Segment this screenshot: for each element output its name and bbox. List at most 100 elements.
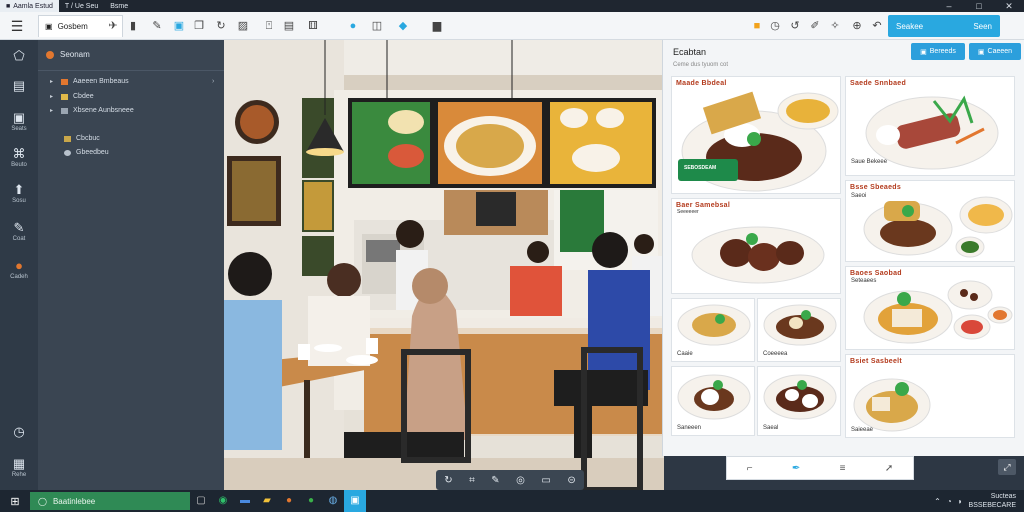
menu-card[interactable]: Saede Snnbaed Saue Bekeee — [845, 76, 1015, 176]
app-tab[interactable]: ■ Aamla Estud — [0, 0, 59, 12]
menu-card[interactable]: Maade Bbdeal SEBOSDEAM — [671, 76, 841, 194]
rail-item-uploads[interactable]: ⬆ Sosu — [0, 182, 38, 204]
tree-item[interactable]: ▸ Aaeeen Bmbeaus — [50, 78, 129, 85]
adjust-icon[interactable]: ◎ — [516, 475, 525, 486]
menu-card[interactable]: Baoes Saobad Seteaees — [845, 266, 1015, 350]
pencil-icon[interactable]: ✐ — [808, 19, 822, 33]
system-tray: ⌃ ◔ ◗ Sucteas BSSEBECARE — [934, 492, 1024, 510]
document-icon: ⬠ — [13, 48, 25, 63]
magic-icon[interactable]: ✧ — [828, 19, 842, 33]
edge-icon[interactable]: ◉ — [212, 490, 234, 512]
maximize-icon[interactable]: □ — [964, 1, 994, 12]
menu-card-title: Saede Snnbaed — [850, 80, 907, 87]
chrome-icon[interactable]: ● — [300, 490, 322, 512]
rail-item-brand[interactable]: ● Cadeh — [0, 258, 38, 280]
chevron-up-icon[interactable]: ⌃ — [934, 497, 941, 506]
app-icon[interactable]: ◍ — [322, 490, 344, 512]
undo-icon[interactable]: ↻ — [214, 19, 228, 33]
page-icon[interactable]: ▣ — [172, 19, 186, 33]
small-dish-card[interactable]: Saneeen — [671, 366, 755, 436]
magic-wand-icon[interactable]: ✎ — [491, 475, 499, 486]
volume-icon[interactable]: ◗ — [958, 497, 963, 506]
ruler-icon[interactable]: ⌐ — [747, 463, 753, 474]
close-icon[interactable]: ✕ — [994, 1, 1024, 12]
search-icon: ◯ — [38, 496, 47, 506]
fit-screen-icon[interactable]: ⤢ — [998, 459, 1016, 475]
draw-icon: ✎ — [13, 220, 25, 235]
rail-item-layers[interactable]: ▤ — [0, 78, 38, 94]
refresh-icon[interactable]: ↺ — [788, 19, 802, 33]
browser-tab[interactable]: T / Ue Seu — [59, 0, 104, 12]
menu-card[interactable]: Baer Samebsal Seeeeeer — [671, 198, 841, 294]
small-dish-card[interactable]: Coeeeea — [757, 298, 841, 362]
restaurant-photo — [224, 40, 664, 490]
history-icon[interactable]: ↶ — [870, 19, 884, 33]
rail-item-document[interactable]: ⬠ — [0, 48, 38, 64]
hamburger-menu-icon[interactable]: ☰ — [4, 16, 30, 36]
minimize-icon[interactable]: – — [934, 1, 964, 12]
crop-icon[interactable]: ⌗ — [469, 475, 475, 486]
elements-icon: ⌘ — [12, 146, 26, 161]
network-icon[interactable]: ◔ — [947, 497, 952, 506]
browser-tab-2[interactable]: Bsme — [104, 0, 134, 12]
layers-header[interactable]: Seonam — [46, 50, 90, 59]
trash-icon[interactable]: ▆ — [430, 19, 444, 33]
color-icon[interactable]: ◆ — [396, 19, 410, 33]
edit-icon[interactable]: ✎ — [150, 19, 164, 33]
start-icon[interactable]: ⊞ — [0, 495, 30, 508]
tree-item[interactable]: ▸ Xbsene Aunbsneee — [50, 107, 134, 114]
timer-icon[interactable]: ◷ — [768, 19, 782, 33]
small-dish-card[interactable]: Caaie — [671, 298, 755, 362]
expand-icon[interactable]: ▸ — [50, 78, 56, 85]
menu-card-title: Maade Bbdeal — [676, 80, 727, 87]
cursor-icon[interactable]: ➚ — [885, 463, 893, 474]
menu-card[interactable]: Bsiet Sasbeelt Saieeae — [845, 354, 1015, 438]
rail-item-draw[interactable]: ✎ Coat — [0, 220, 38, 242]
panel-subtitle: Ceme dus tyuom cot — [673, 62, 729, 68]
pen-icon[interactable]: ✒ — [792, 463, 800, 474]
globe-icon[interactable]: ● — [346, 19, 360, 33]
notification-icon[interactable]: ■ — [750, 19, 764, 33]
rail-item-apps[interactable]: ▦ Rehe — [0, 456, 38, 478]
task-view-icon[interactable]: ▢ — [190, 490, 212, 512]
text-icon[interactable]: ≡ — [840, 463, 846, 474]
tree-item-label: Aaeeen Bmbeaus — [73, 78, 129, 85]
frame-icon[interactable]: ◫ — [370, 19, 384, 33]
dish-image — [763, 374, 837, 420]
pin-icon[interactable]: ✈ — [106, 19, 120, 33]
firefox-icon[interactable]: ● — [278, 490, 300, 512]
lock-icon[interactable]: ⍞ — [262, 19, 276, 33]
chevron-right-icon[interactable]: › — [212, 78, 214, 85]
rail-label: Seats — [11, 126, 27, 132]
link-icon[interactable]: ⊕ — [850, 19, 864, 33]
frame-icon[interactable]: ▭ — [541, 475, 550, 486]
image-icon[interactable]: ▨ — [236, 19, 250, 33]
rail-item-clock[interactable]: ◷ — [0, 424, 38, 440]
share-button[interactable]: Seakee Seen — [888, 15, 1000, 37]
expand-icon[interactable]: ▸ — [50, 107, 56, 114]
tree-item[interactable]: Cbcbuc — [64, 135, 100, 142]
clock-date: BSSEBECARE — [968, 502, 1016, 509]
expand-icon[interactable]: ▸ — [50, 93, 56, 100]
tree-item[interactable]: Gbeedbeu — [64, 149, 109, 156]
effects-icon[interactable]: ⊝ — [567, 475, 575, 486]
menu-card[interactable]: Bsse Sbeaeds Saeoi — [845, 180, 1015, 262]
clock[interactable]: Sucteas BSSEBECARE — [969, 492, 1016, 510]
table-icon[interactable]: ▤ — [282, 19, 296, 33]
dish-image — [677, 304, 751, 346]
grid-icon[interactable]: ⚅ — [306, 19, 320, 33]
copy-icon[interactable]: ❐ — [192, 19, 206, 33]
panel-secondary-button[interactable]: ▣ Caeeen — [969, 43, 1021, 60]
design-canvas[interactable] — [224, 40, 664, 490]
active-app-icon[interactable]: ▣ — [344, 490, 366, 512]
tree-item[interactable]: ▸ Cbdee — [50, 93, 94, 100]
rotate-icon[interactable]: ↻ — [444, 475, 452, 486]
bookmark-icon[interactable]: ▮ — [126, 19, 140, 33]
rail-item-images[interactable]: ▣ Seats — [0, 110, 38, 132]
rail-item-elements[interactable]: ⌘ Beuto — [0, 146, 38, 168]
taskbar-search[interactable]: ◯ Baatinlebee — [30, 492, 190, 510]
small-dish-card[interactable]: Saeal — [757, 366, 841, 436]
panel-primary-button[interactable]: ▣ Bereeds — [911, 43, 965, 60]
mail-icon[interactable]: ▬ — [234, 490, 256, 512]
folder-icon[interactable]: ▰ — [256, 490, 278, 512]
